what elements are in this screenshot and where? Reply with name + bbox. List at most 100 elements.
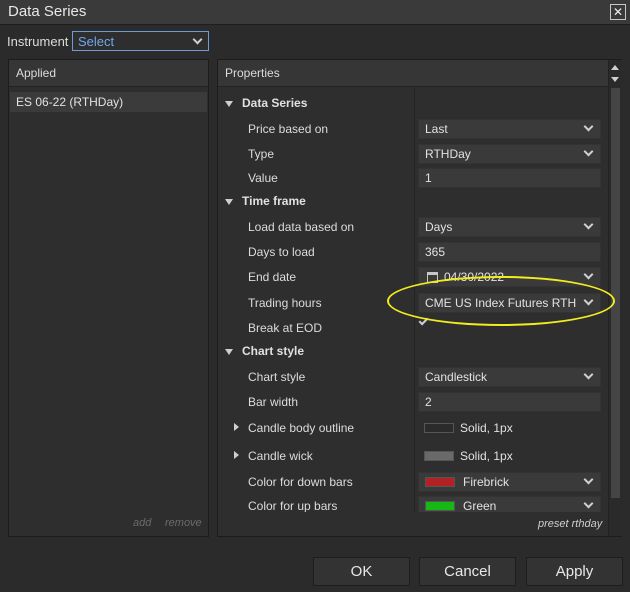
field-value: Solid, 1px (460, 449, 513, 463)
field-value: CME US Index Futures RTH (425, 296, 577, 310)
days-to-load-input[interactable]: 365 (418, 242, 601, 262)
property-label: Color for down bars (248, 475, 353, 489)
field-value: Last (425, 122, 448, 136)
instrument-value: Select (78, 34, 115, 49)
property-label: Value (248, 171, 278, 185)
close-button[interactable]: ✕ (610, 4, 626, 20)
property-label: Candle body outline (248, 421, 355, 435)
color-swatch (425, 477, 455, 487)
chevron-down-icon (583, 121, 594, 132)
row-trading-hours: Trading hours CME US Index Futures RTH (218, 291, 608, 315)
row-chart-style: Chart style Candlestick (218, 365, 608, 389)
add-link[interactable]: add (133, 517, 151, 529)
property-label: End date (248, 270, 297, 284)
category-data-series[interactable]: Data Series (218, 92, 608, 116)
row-type: Type RTHDay (218, 142, 608, 166)
scroll-up-icon[interactable] (611, 65, 619, 70)
property-label: Bar width (248, 395, 299, 409)
color-for-down-bars-select[interactable]: Firebrick (418, 472, 601, 492)
load-data-based-on-select[interactable]: Days (418, 217, 601, 237)
field-value: 1 (425, 171, 432, 185)
calendar-icon[interactable] (427, 272, 438, 283)
checkmark-icon[interactable] (418, 315, 429, 326)
close-icon: ✕ (612, 5, 624, 19)
expand-arrow-icon[interactable] (234, 451, 239, 459)
category-label: Time frame (242, 194, 306, 208)
chevron-down-icon (583, 269, 594, 280)
window-title: Data Series (8, 3, 87, 20)
apply-button[interactable]: Apply (526, 557, 623, 586)
property-label: Type (248, 147, 275, 161)
chevron-down-icon (583, 146, 594, 157)
type-select[interactable]: RTHDay (418, 144, 601, 164)
field-value: Solid, 1px (460, 421, 513, 435)
property-label: Price based on (248, 122, 329, 136)
field-value: Firebrick (463, 475, 510, 489)
chevron-down-icon (583, 474, 594, 485)
applied-list-item[interactable]: ES 06-22 (RTHDay) (10, 92, 207, 112)
property-label: Load data based on (248, 220, 355, 234)
end-date-picker[interactable]: 04/30/2022 (418, 267, 601, 287)
collapse-arrow-icon (225, 349, 233, 355)
applied-header-label: Applied (16, 66, 57, 80)
chevron-down-icon (583, 295, 594, 306)
title-bar: Data Series ✕ (0, 0, 630, 25)
property-grid: Data Series Price based on Last Type RTH… (218, 88, 608, 512)
collapse-arrow-icon (225, 199, 233, 205)
instrument-label: Instrument (7, 34, 69, 49)
field-value: RTHDay (425, 147, 471, 161)
row-color-for-down-bars: Color for down bars Firebrick (218, 470, 608, 494)
chevron-down-icon (192, 34, 203, 45)
trading-hours-select[interactable]: CME US Index Futures RTH (418, 293, 601, 313)
properties-scrollbar[interactable] (608, 60, 622, 536)
collapse-arrow-icon (225, 101, 233, 107)
applied-header: Applied (9, 60, 208, 87)
row-break-at-eod: Break at EOD (218, 315, 608, 340)
bar-width-input[interactable]: 2 (418, 392, 601, 412)
properties-header: Properties (218, 60, 608, 87)
property-label: Candle wick (248, 449, 313, 463)
expand-arrow-icon[interactable] (234, 423, 239, 431)
properties-panel: Properties Data Series Price based on La… (217, 59, 622, 537)
category-chart-style[interactable]: Chart style (218, 340, 608, 364)
field-value: Days (425, 220, 453, 234)
preset-label[interactable]: preset rthday (538, 518, 602, 530)
property-label: Chart style (248, 370, 306, 384)
category-time-frame[interactable]: Time frame (218, 190, 608, 214)
field-value: 04/30/2022 (444, 270, 505, 284)
property-label: Days to load (248, 245, 315, 259)
field-value: Green (463, 499, 497, 512)
value-input[interactable]: 1 (418, 168, 601, 188)
color-for-up-bars-select[interactable]: Green (418, 496, 601, 512)
scroll-down-icon[interactable] (611, 77, 619, 82)
properties-header-label: Properties (225, 66, 280, 80)
cancel-button[interactable]: Cancel (419, 557, 516, 586)
row-color-for-up-bars: Color for up bars Green (218, 494, 608, 512)
chart-style-select[interactable]: Candlestick (418, 367, 601, 387)
remove-link[interactable]: remove (165, 517, 202, 529)
price-based-on-select[interactable]: Last (418, 119, 601, 139)
row-end-date: End date 04/30/2022 (218, 265, 608, 289)
color-swatch (424, 423, 454, 433)
field-value: Candlestick (425, 370, 488, 384)
scroll-thumb[interactable] (611, 88, 620, 498)
ok-button[interactable]: OK (313, 557, 410, 586)
property-label: Color for up bars (248, 499, 338, 512)
category-label: Chart style (242, 344, 305, 358)
color-swatch (425, 501, 455, 511)
property-label: Break at EOD (248, 321, 323, 335)
row-value: Value 1 (218, 166, 608, 190)
chevron-down-icon (583, 369, 594, 380)
category-label: Data Series (242, 96, 308, 110)
field-value: 365 (425, 245, 446, 259)
applied-panel: Applied ES 06-22 (RTHDay) add remove (8, 59, 209, 537)
applied-item-label: ES 06-22 (RTHDay) (16, 95, 124, 109)
row-load-data-based-on: Load data based on Days (218, 215, 608, 239)
chevron-down-icon (583, 498, 594, 509)
row-candle-body-outline[interactable]: Candle body outline Solid, 1px (218, 416, 608, 440)
instrument-select[interactable]: Select (72, 31, 209, 51)
field-value: 2 (425, 395, 432, 409)
property-label: Trading hours (248, 296, 322, 310)
chevron-down-icon (583, 219, 594, 230)
row-candle-wick[interactable]: Candle wick Solid, 1px (218, 444, 608, 468)
